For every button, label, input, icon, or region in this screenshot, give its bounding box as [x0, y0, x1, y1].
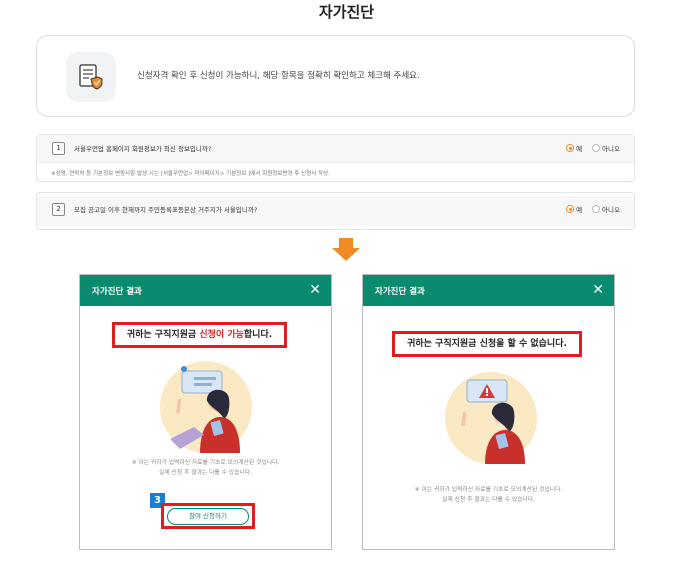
radio-selected-icon[interactable] [566, 144, 575, 152]
document-check-icon [66, 52, 116, 102]
apply-button-highlight: 참여 신청하기 [161, 503, 255, 529]
result-modal-eligible: 자가진단 결과 ✕ 귀하는 구직지원금 신청이 가능합니다. ※ 이는 귀하가 … [79, 274, 332, 550]
question-number: 1 [52, 142, 65, 155]
disclaimer-line-1: ※ 이는 귀하가 입력하신 자료를 기초로 모의계산된 것입니다. [414, 487, 563, 493]
modal-header: 자가진단 결과 ✕ [80, 275, 331, 306]
result-prefix: 귀하는 구직지원금 [126, 330, 200, 340]
close-icon[interactable]: ✕ [309, 282, 321, 298]
question-row-2: 2 모집 공고일 이후 현재까지 주민등록표등본상 거주지가 서울입니까? 예 … [36, 192, 635, 230]
modal-header: 자가진단 결과 ✕ [363, 275, 614, 306]
apply-button[interactable]: 참여 신청하기 [167, 508, 249, 525]
result-highlight: 신청이 가능 [199, 330, 244, 340]
arrow-down-icon [331, 238, 361, 266]
radio-no-label: 아니오 [602, 145, 620, 153]
question-text: 모집 공고일 이후 현재까지 주민등록표등본상 거주지가 서울입니까? [74, 206, 258, 214]
radio-yes-label: 예 [576, 145, 583, 153]
radio-selected-icon[interactable] [566, 205, 575, 213]
radio-yes[interactable]: 예 [566, 143, 582, 153]
page-title: 자가진단 [318, 3, 375, 21]
radio-empty-icon[interactable] [592, 144, 601, 152]
answer-radio-group: 예 아니오 [566, 143, 620, 153]
question-header: 1 서울우먼업 홈페이지 회원정보가 최신 정보입니까? 예 아니오 [37, 135, 634, 163]
radio-empty-icon[interactable] [592, 205, 601, 213]
close-icon[interactable]: ✕ [592, 282, 604, 298]
question-text: 서울우먼업 홈페이지 회원정보가 최신 정보입니까? [74, 145, 212, 153]
disclaimer-note: ※ 이는 귀하가 입력하신 자료를 기초로 모의계산된 것입니다. 실제 신청 … [80, 458, 331, 478]
disclaimer-line-2: 실제 신청 후 결과는 다를 수 있습니다. [159, 470, 252, 476]
result-message: 귀하는 구직지원금 신청이 가능합니다. [112, 322, 287, 348]
woman-warning-illustration [445, 372, 537, 464]
question-note: ※성명, 연락처 등 기본정보 변동사항 발생 시는 [서울우먼업> 마이페이지… [51, 171, 330, 177]
disclaimer-note: ※ 이는 귀하가 입력하신 자료를 기초로 모의계산된 것입니다. 실제 신청 … [363, 485, 614, 505]
disclaimer-line-2: 실제 신청 후 결과는 다를 수 있습니다. [442, 497, 535, 503]
disclaimer-line-1: ※ 이는 귀하가 입력하신 자료를 기초로 모의계산된 것입니다. [131, 460, 280, 466]
radio-no[interactable]: 아니오 [592, 143, 620, 153]
question-row-1: 1 서울우먼업 홈페이지 회원정보가 최신 정보입니까? 예 아니오 ※성명, … [36, 134, 635, 182]
question-number: 2 [52, 203, 65, 216]
notice-box: 신청자격 확인 후 신청이 가능하니, 해당 항목을 정확히 확인하고 체크해 … [36, 35, 635, 117]
radio-no[interactable]: 아니오 [592, 204, 620, 214]
woman-checklist-illustration [160, 361, 252, 453]
result-suffix: 합니다. [243, 330, 273, 340]
question-header: 2 모집 공고일 이후 현재까지 주민등록표등본상 거주지가 서울입니까? 예 … [37, 196, 634, 226]
modal-title: 자가진단 결과 [375, 287, 425, 297]
result-message: 귀하는 구직지원금 신청을 할 수 없습니다. [392, 331, 582, 357]
answer-radio-group: 예 아니오 [566, 204, 620, 214]
result-modal-ineligible: 자가진단 결과 ✕ 귀하는 구직지원금 신청을 할 수 없습니다. ※ 이는 귀… [362, 274, 615, 550]
radio-yes-label: 예 [576, 206, 583, 214]
radio-yes[interactable]: 예 [566, 204, 582, 214]
radio-no-label: 아니오 [602, 206, 620, 214]
modal-title: 자가진단 결과 [92, 287, 142, 297]
notice-text: 신청자격 확인 후 신청이 가능하니, 해당 항목을 정확히 확인하고 체크해 … [137, 71, 420, 81]
